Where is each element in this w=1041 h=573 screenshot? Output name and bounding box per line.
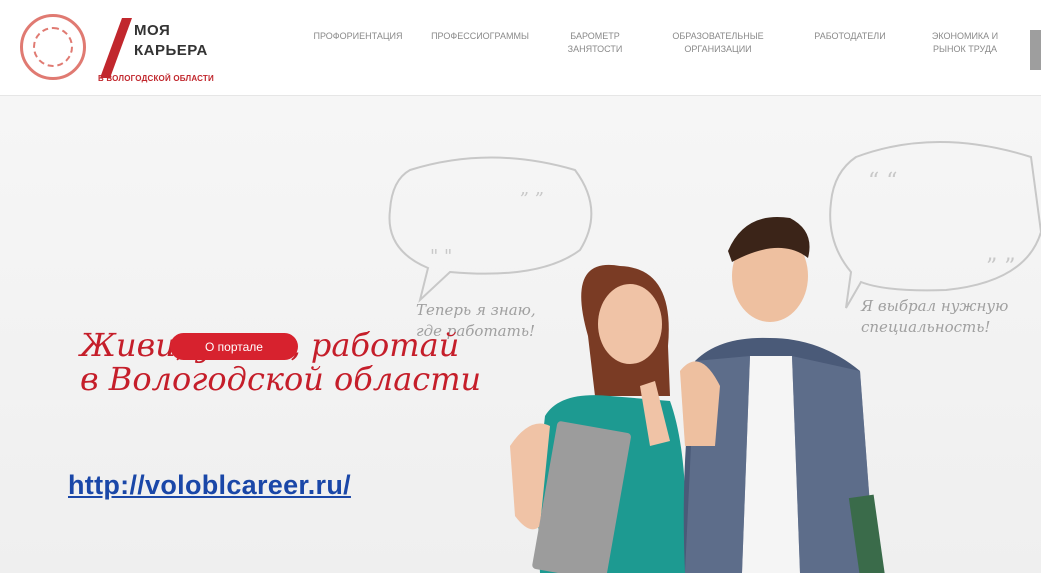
girl-figure: [510, 264, 686, 573]
nav-item-employers[interactable]: РАБОТОДАТЕЛИ: [805, 30, 895, 43]
nav-label: ПРОФОРИЕНТАЦИЯ: [313, 31, 403, 41]
nav-item-employment-barometer[interactable]: БАРОМЕТР ЗАНЯТОСТИ: [560, 30, 630, 56]
svg-text:“ “: “ “: [868, 169, 898, 194]
nav-label-line2: ОРГАНИЗАЦИИ: [684, 44, 752, 54]
emblem-inner-ring: [33, 27, 73, 67]
about-portal-button[interactable]: О портале: [170, 333, 298, 360]
svg-text:" ": " ": [430, 246, 452, 267]
site-url-link[interactable]: http://voloblcareer.ru/: [68, 470, 351, 501]
students-photo: [510, 216, 887, 573]
nav-item-career-guidance[interactable]: ПРОФОРИЕНТАЦИЯ: [306, 30, 410, 43]
svg-text:” ”: ” ”: [986, 255, 1016, 280]
logo-subtitle: В ВОЛОГОДСКОЙ ОБЛАСТИ: [98, 74, 214, 83]
nav-label-line1: БАРОМЕТР: [570, 31, 620, 41]
page: МОЯ КАРЬЕРА В ВОЛОГОДСКОЙ ОБЛАСТИ ПРОФОР…: [0, 0, 1041, 573]
boy-figure: [680, 216, 887, 573]
emblem-icon[interactable]: [20, 14, 86, 80]
nav-label: РАБОТОДАТЕЛИ: [814, 31, 886, 41]
nav-label-line2: ЗАНЯТОСТИ: [567, 44, 623, 54]
site-header: МОЯ КАРЬЕРА В ВОЛОГОДСКОЙ ОБЛАСТИ ПРОФОР…: [0, 0, 1041, 96]
nav-label-line2: РЫНОК ТРУДА: [933, 44, 997, 54]
logo-text-line2[interactable]: КАРЬЕРА: [134, 42, 208, 59]
slogan-line2: в Вологодской области: [80, 360, 482, 398]
menu-button-edge[interactable]: [1030, 30, 1041, 70]
nav-label: ПРОФЕССИОГРАММЫ: [431, 31, 529, 41]
nav-item-professiograms[interactable]: ПРОФЕССИОГРАММЫ: [425, 30, 535, 43]
nav-label-line1: ЭКОНОМИКА И: [931, 31, 999, 41]
nav-item-educational-organizations[interactable]: ОБРАЗОВАТЕЛЬНЫЕ ОРГАНИЗАЦИИ: [662, 30, 774, 56]
nav-label-line1: ОБРАЗОВАТЕЛЬНЫЕ: [672, 31, 764, 41]
nav-item-economy-labor-market[interactable]: ЭКОНОМИКА И РЫНОК ТРУДА: [920, 30, 1010, 56]
hero-banner: „ „ " " “ “ ” ” Теперь я знаю, где работ…: [0, 96, 1041, 573]
logo-text-line1[interactable]: МОЯ: [134, 22, 170, 39]
